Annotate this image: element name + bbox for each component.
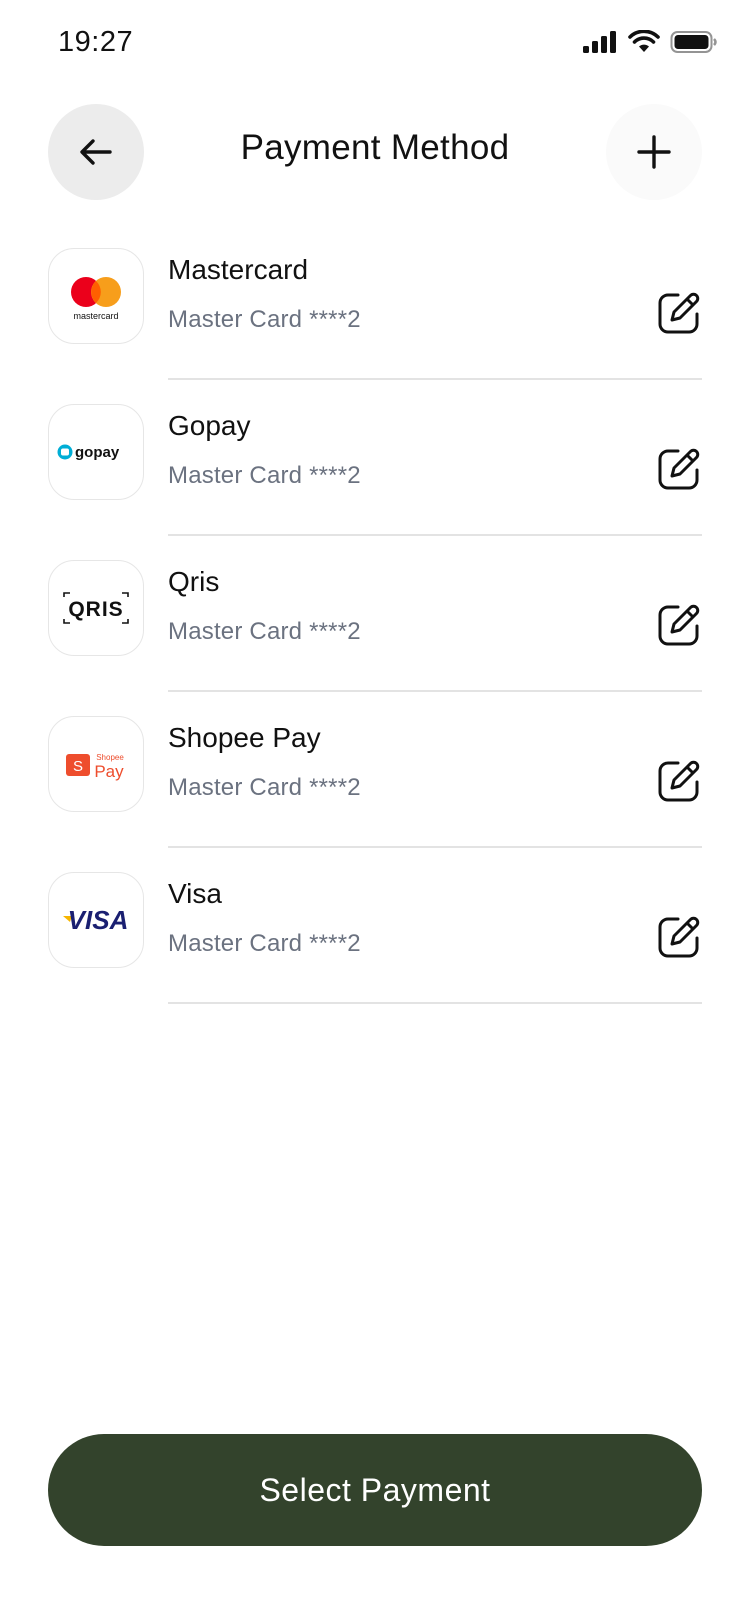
divider: [168, 1002, 702, 1004]
select-payment-button[interactable]: Select Payment: [48, 1434, 702, 1546]
payment-method-screen: 19:27 Payment Method mastercard Masterca…: [0, 0, 750, 1624]
payment-method-item[interactable]: mastercard Mastercard Master Card ****2: [0, 248, 750, 404]
plus-icon: [637, 135, 671, 169]
payment-method-name: Visa: [168, 878, 222, 909]
payment-method-detail: Master Card ****2: [168, 930, 361, 957]
payment-method-name: Qris: [168, 566, 220, 597]
divider: [168, 846, 702, 848]
divider: [168, 534, 702, 536]
payment-method-detail: Master Card ****2: [168, 462, 361, 489]
payment-method-detail: Master Card ****2: [168, 306, 361, 333]
edit-icon: [658, 760, 700, 802]
shopee-pay-logo: S Shopee Pay: [48, 716, 144, 812]
qris-logo: QRIS: [48, 560, 144, 656]
edit-icon: [658, 448, 700, 490]
svg-text:Pay: Pay: [94, 762, 124, 781]
add-payment-button[interactable]: [606, 104, 702, 200]
wifi-icon: [628, 30, 660, 52]
divider: [168, 690, 702, 692]
divider: [168, 378, 702, 380]
payment-method-item[interactable]: VISA Visa Master Card ****2: [0, 872, 750, 1028]
status-icons: [582, 30, 718, 54]
status-time: 19:27: [58, 26, 134, 58]
mastercard-logo: mastercard: [48, 248, 144, 344]
cellular-signal-icon: [583, 31, 616, 53]
payment-method-detail: Master Card ****2: [168, 618, 361, 645]
payment-method-detail: Master Card ****2: [168, 774, 361, 801]
payment-method-name: Shopee Pay: [168, 722, 321, 753]
svg-text:gopay: gopay: [75, 444, 120, 461]
edit-icon: [658, 292, 700, 334]
edit-button[interactable]: [656, 446, 702, 492]
visa-logo: VISA: [48, 872, 144, 968]
edit-icon: [658, 916, 700, 958]
gopay-logo: gopay: [48, 404, 144, 500]
payment-method-item[interactable]: gopay Gopay Master Card ****2: [0, 404, 750, 560]
svg-text:VISA: VISA: [68, 905, 129, 935]
svg-text:QRIS: QRIS: [68, 598, 123, 621]
payment-method-name: Gopay: [168, 410, 251, 441]
edit-button[interactable]: [656, 602, 702, 648]
edit-button[interactable]: [656, 290, 702, 336]
svg-text:Shopee: Shopee: [96, 753, 124, 762]
edit-button[interactable]: [656, 758, 702, 804]
battery-icon: [670, 31, 717, 53]
payment-method-name: Mastercard: [168, 254, 309, 285]
svg-text:mastercard: mastercard: [73, 311, 118, 321]
status-bar: 19:27: [0, 0, 750, 92]
svg-text:S: S: [73, 758, 83, 775]
payment-method-item[interactable]: QRIS Qris Master Card ****2: [0, 560, 750, 716]
payment-method-item[interactable]: S Shopee Pay Shopee Pay Master Card ****…: [0, 716, 750, 872]
edit-button[interactable]: [656, 914, 702, 960]
edit-icon: [658, 604, 700, 646]
